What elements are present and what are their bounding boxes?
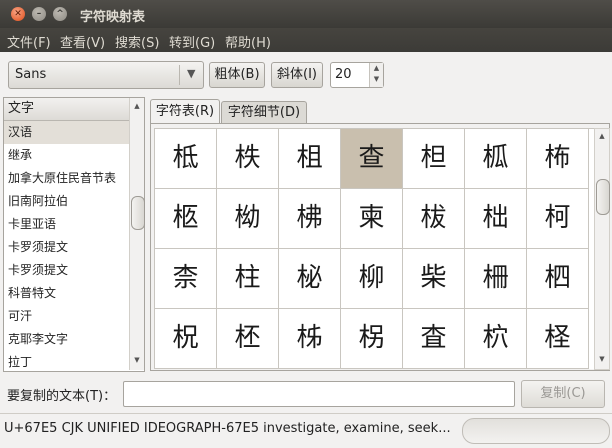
script-item[interactable]: 旧南阿拉伯 (4, 190, 144, 213)
status-text: U+67E5 CJK UNIFIED IDEOGRAPH-67E5 invest… (4, 421, 451, 436)
script-item[interactable]: 汉语 (4, 121, 144, 144)
menu-search[interactable]: 搜索(S) (115, 32, 159, 51)
bold-toggle-button[interactable]: 粗体(B) (209, 62, 265, 88)
status-bar: U+67E5 CJK UNIFIED IDEOGRAPH-67E5 invest… (0, 413, 612, 448)
script-item[interactable]: 继承 (4, 144, 144, 167)
character-cell[interactable]: 柧 (465, 129, 527, 189)
scroll-up-icon[interactable]: ▲ (131, 102, 143, 110)
script-list-scrollbar[interactable]: ▲ ▼ (129, 98, 145, 370)
script-item[interactable]: 卡里亚语 (4, 213, 144, 236)
character-cell[interactable]: 柨 (527, 129, 589, 189)
scroll-down-icon[interactable]: ▼ (131, 356, 143, 364)
menu-file[interactable]: 文件(F) (7, 32, 51, 51)
character-cell[interactable]: 柣 (217, 129, 279, 189)
copy-row: 要复制的文本(T)： 复制(C) (0, 378, 612, 408)
font-family-combo[interactable]: Sans ▼ (8, 61, 204, 89)
chevron-down-icon: ▼ (187, 67, 196, 80)
font-size-spinner[interactable]: 20 ▲ ▼ (330, 62, 384, 88)
script-item[interactable]: 拉丁 (4, 351, 144, 371)
spin-down-icon[interactable]: ▼ (370, 74, 383, 85)
character-cell[interactable]: 柵 (465, 249, 527, 309)
spin-up-icon[interactable]: ▲ (370, 63, 383, 74)
character-cell[interactable]: 柱 (217, 249, 279, 309)
character-cell[interactable]: 柮 (465, 189, 527, 249)
script-item[interactable]: 加拿大原住民音节表 (4, 167, 144, 190)
scroll-up-icon[interactable]: ▲ (596, 132, 608, 140)
font-size-value: 20 (335, 67, 352, 82)
character-grid: 柢柣柤查柦柧柨柩柪柫柬柭柮柯柰柱柲柳柴柵柶柷柸柹柺査柼柽 (154, 128, 595, 369)
italic-toggle-button[interactable]: 斜体(I) (271, 62, 323, 88)
character-cell[interactable]: 柯 (527, 189, 589, 249)
scroll-down-icon[interactable]: ▼ (596, 355, 608, 363)
tab-character-details[interactable]: 字符细节(D) (221, 101, 307, 124)
character-cell[interactable]: 柭 (403, 189, 465, 249)
character-cell[interactable]: 柳 (341, 249, 403, 309)
character-cell[interactable]: 柫 (279, 189, 341, 249)
character-cell[interactable]: 柲 (279, 249, 341, 309)
character-cell[interactable]: 柦 (403, 129, 465, 189)
character-cell[interactable]: 柰 (155, 249, 217, 309)
character-cell[interactable]: 查 (341, 129, 403, 189)
character-cell[interactable]: 柹 (279, 309, 341, 369)
minimize-window-button[interactable]: – (32, 7, 46, 21)
character-cell[interactable]: 柶 (527, 249, 589, 309)
font-family-value: Sans (15, 67, 47, 82)
toolbar: Sans ▼ 粗体(B) 斜体(I) 20 ▲ ▼ (0, 56, 612, 94)
character-cell[interactable]: 柩 (155, 189, 217, 249)
copy-button[interactable]: 复制(C) (521, 380, 605, 408)
character-cell[interactable]: 柷 (155, 309, 217, 369)
copy-text-label: 要复制的文本(T)： (7, 389, 117, 404)
copy-text-input[interactable] (123, 381, 515, 407)
script-item[interactable]: 科普特文 (4, 282, 144, 305)
spin-arrows[interactable]: ▲ ▼ (369, 63, 383, 87)
character-cell[interactable]: 柸 (217, 309, 279, 369)
script-list: 文字 汉语 继承 加拿大原住民音节表 旧南阿拉伯 卡里亚语 卡罗须提文 卡罗须提… (3, 97, 145, 372)
menu-bar: 文件(F) 查看(V) 搜索(S) 转到(G) 帮助(H) (0, 28, 612, 52)
close-window-button[interactable]: ✕ (11, 7, 25, 21)
script-item[interactable]: 卡罗须提文 (4, 259, 144, 282)
scrollbar-thumb[interactable] (131, 196, 145, 230)
tab-character-table[interactable]: 字符表(R) (150, 99, 220, 124)
character-cell[interactable]: 柼 (465, 309, 527, 369)
script-item[interactable]: 可汗 (4, 305, 144, 328)
status-progress-area (462, 418, 610, 444)
character-cell[interactable]: 柪 (217, 189, 279, 249)
character-cell[interactable]: 柺 (341, 309, 403, 369)
menu-view[interactable]: 查看(V) (60, 32, 105, 51)
character-cell[interactable]: 柢 (155, 129, 217, 189)
script-list-header[interactable]: 文字 (4, 98, 144, 121)
script-item[interactable]: 卡罗须提文 (4, 236, 144, 259)
character-cell[interactable]: 柴 (403, 249, 465, 309)
character-grid-scrollbar[interactable]: ▲ ▼ (594, 128, 610, 370)
menu-help[interactable]: 帮助(H) (225, 32, 271, 51)
character-cell[interactable]: 柽 (527, 309, 589, 369)
scrollbar-thumb[interactable] (596, 179, 610, 215)
title-bar: ✕ – ^ 字符映射表 (0, 0, 612, 28)
character-cell[interactable]: 柤 (279, 129, 341, 189)
combo-separator (179, 65, 180, 85)
character-cell[interactable]: 柬 (341, 189, 403, 249)
maximize-window-button[interactable]: ^ (53, 7, 67, 21)
script-item[interactable]: 克耶李文字 (4, 328, 144, 351)
menu-goto[interactable]: 转到(G) (169, 32, 215, 51)
window-title: 字符映射表 (80, 10, 146, 25)
character-cell[interactable]: 査 (403, 309, 465, 369)
